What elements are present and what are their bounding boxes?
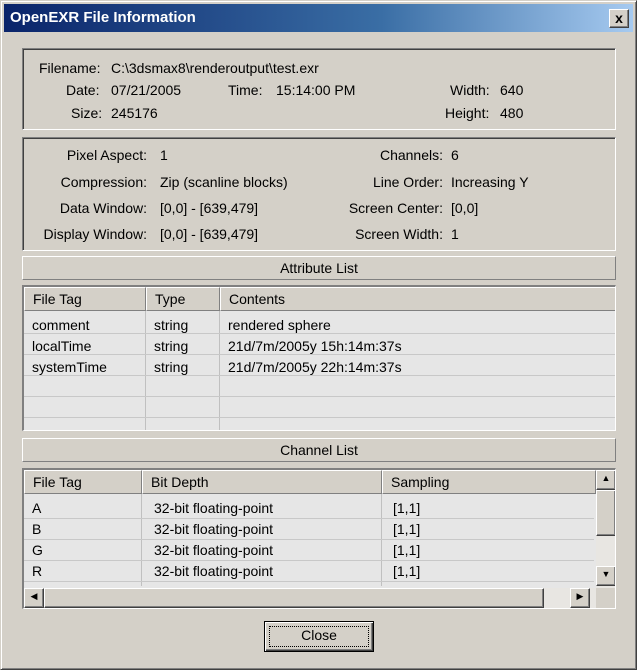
attribute-cell[interactable]: string xyxy=(154,359,188,375)
compression-value: Zip (scanline blocks) xyxy=(160,174,288,190)
attribute-cell[interactable]: string xyxy=(154,317,188,333)
compression-label: Compression: xyxy=(60,174,147,190)
screen-center-label: Screen Center: xyxy=(348,200,443,216)
attribute-cell[interactable]: 21d/7m/2005y 15h:14m:37s xyxy=(228,338,402,354)
attribute-cell[interactable]: localTime xyxy=(32,338,91,354)
screen-center-value: [0,0] xyxy=(451,200,479,216)
attribute-col-type[interactable]: Type xyxy=(146,287,220,311)
attribute-list[interactable]: File Tag Type Contents comment string re… xyxy=(22,285,616,431)
channel-grid-h3 xyxy=(24,560,594,561)
attribute-grid-h2 xyxy=(24,354,615,355)
date-value: 07/21/2005 xyxy=(111,82,182,98)
attribute-grid-v1 xyxy=(145,311,146,430)
channel-cell[interactable]: B xyxy=(32,521,41,537)
channel-list-header: Channel List xyxy=(22,438,616,462)
channel-cell[interactable]: R xyxy=(32,563,42,579)
channel-cell[interactable]: A xyxy=(32,500,41,516)
attribute-cell[interactable]: 21d/7m/2005y 22h:14m:37s xyxy=(228,359,402,375)
time-value: 15:14:00 PM xyxy=(276,82,356,98)
line-order-value: Increasing Y xyxy=(451,174,529,190)
channels-label: Channels: xyxy=(379,147,443,163)
data-window-value: [0,0] - [639,479] xyxy=(160,200,259,216)
time-label: Time: xyxy=(228,82,263,98)
height-value: 480 xyxy=(500,105,524,121)
width-value: 640 xyxy=(500,82,524,98)
channel-grid-h1 xyxy=(24,518,594,519)
channel-cell[interactable]: 32-bit floating-point xyxy=(154,500,273,516)
channel-col-file-tag[interactable]: File Tag xyxy=(24,470,142,494)
window-title: OpenEXR File Information xyxy=(10,9,196,26)
close-button[interactable]: Close xyxy=(264,621,374,652)
attribute-grid-h5 xyxy=(24,417,615,418)
attribute-grid-v2 xyxy=(219,311,220,430)
channel-cell[interactable]: [1,1] xyxy=(393,542,420,558)
close-window-button[interactable]: x xyxy=(609,9,629,28)
attribute-col-contents[interactable]: Contents xyxy=(220,287,615,311)
channel-grid-h2 xyxy=(24,539,594,540)
openexr-info-dialog: OpenEXR File Information x Filename: C:\… xyxy=(0,0,637,670)
title-bar[interactable]: OpenEXR File Information x xyxy=(4,4,633,32)
attribute-cell[interactable]: systemTime xyxy=(32,359,107,375)
channel-cell[interactable]: 32-bit floating-point xyxy=(154,563,273,579)
data-window-label: Data Window: xyxy=(59,200,147,216)
focus-rect xyxy=(269,626,369,647)
attribute-grid-h1 xyxy=(24,333,615,334)
display-window-label: Display Window: xyxy=(43,226,147,242)
attribute-cell[interactable]: rendered sphere xyxy=(228,317,331,333)
channel-cell[interactable]: [1,1] xyxy=(393,563,420,579)
pixel-aspect-label: Pixel Aspect: xyxy=(66,147,147,163)
channels-value: 6 xyxy=(451,147,459,163)
scroll-down-icon[interactable]: ▼ xyxy=(596,566,615,586)
filename-label: Filename: xyxy=(39,60,101,76)
channel-horizontal-scrollbar[interactable]: ◀ ▶ xyxy=(24,588,596,608)
channel-col-bit-depth[interactable]: Bit Depth xyxy=(142,470,382,494)
height-label: Height: xyxy=(445,105,490,121)
line-order-label: Line Order: xyxy=(372,174,443,190)
channel-vertical-scrollbar[interactable]: ▲ ▼ xyxy=(596,470,615,588)
channel-cell[interactable]: G xyxy=(32,542,43,558)
size-label: Size: xyxy=(71,105,103,121)
filename-value: C:\3dsmax8\renderoutput\test.exr xyxy=(111,60,319,76)
size-value: 245176 xyxy=(111,105,158,121)
image-info-group: Pixel Aspect: 1 Channels: 6 Compression:… xyxy=(22,137,616,251)
file-info-group: Filename: C:\3dsmax8\renderoutput\test.e… xyxy=(22,48,616,130)
channel-cell[interactable]: [1,1] xyxy=(393,500,420,516)
screen-width-value: 1 xyxy=(451,226,459,242)
screen-width-label: Screen Width: xyxy=(355,226,443,242)
pixel-aspect-value: 1 xyxy=(160,147,168,163)
scroll-corner xyxy=(596,588,615,608)
scroll-left-icon[interactable]: ◀ xyxy=(24,588,44,608)
horizontal-scroll-thumb[interactable] xyxy=(44,588,544,608)
attribute-col-file-tag[interactable]: File Tag xyxy=(24,287,146,311)
attribute-grid-h3 xyxy=(24,375,615,376)
display-window-value: [0,0] - [639,479] xyxy=(160,226,259,242)
channel-grid-h4 xyxy=(24,581,594,582)
attribute-grid-h4 xyxy=(24,396,615,397)
scroll-up-icon[interactable]: ▲ xyxy=(596,470,615,490)
channel-grid-v1 xyxy=(141,494,142,586)
attribute-list-header: Attribute List xyxy=(22,256,616,280)
scroll-right-icon[interactable]: ▶ xyxy=(570,588,590,608)
attribute-cell[interactable]: string xyxy=(154,338,188,354)
channel-grid-v2 xyxy=(381,494,382,586)
channel-cell[interactable]: 32-bit floating-point xyxy=(154,542,273,558)
channel-list[interactable]: File Tag Bit Depth Sampling A 32-bit flo… xyxy=(22,468,616,609)
channel-cell[interactable]: [1,1] xyxy=(393,521,420,537)
vertical-scroll-thumb[interactable] xyxy=(596,490,615,536)
date-label: Date: xyxy=(66,82,100,98)
channel-col-sampling[interactable]: Sampling xyxy=(382,470,596,494)
channel-cell[interactable]: 32-bit floating-point xyxy=(154,521,273,537)
width-label: Width: xyxy=(450,82,490,98)
attribute-cell[interactable]: comment xyxy=(32,317,90,333)
